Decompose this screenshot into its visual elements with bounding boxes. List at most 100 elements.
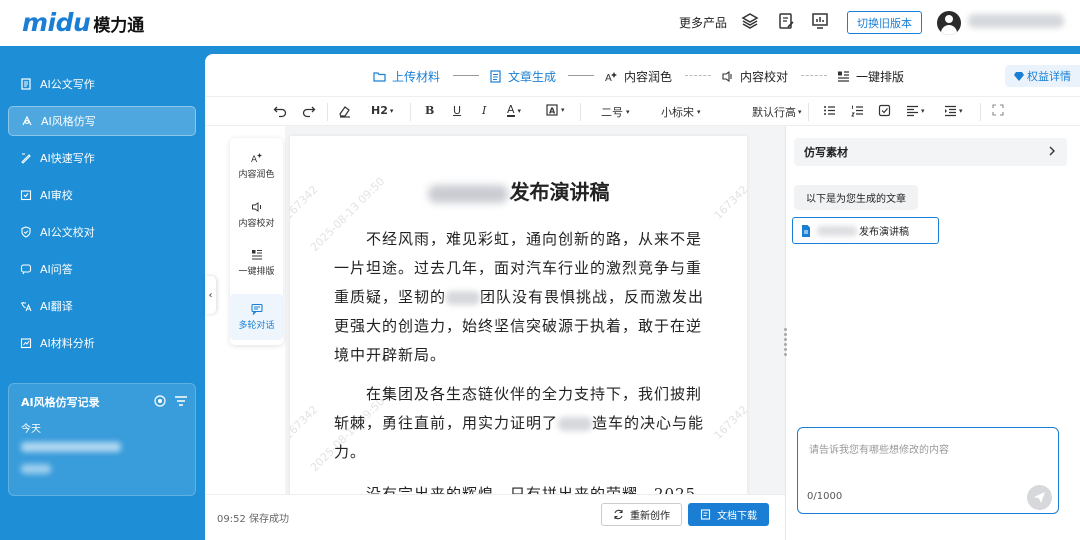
- tool-label: 一键排版: [238, 267, 275, 277]
- imitation-material-accordion[interactable]: 仿写素材: [794, 138, 1067, 166]
- step-connector: [453, 75, 479, 76]
- chevron-right-icon: [1049, 146, 1055, 156]
- user-avatar-icon[interactable]: [937, 11, 961, 35]
- generated-file-card[interactable]: 发布演讲稿: [792, 217, 939, 244]
- font-family-select[interactable]: 小标宋 ▾: [661, 104, 701, 120]
- proofread-icon: [251, 202, 261, 212]
- sidebar: AI公文写作 AI风格仿写 AI快速写作 AI审校 AI公文校对 AI问答 AI…: [0, 46, 205, 540]
- resize-handle[interactable]: [782, 326, 788, 366]
- chart-monitor-icon[interactable]: [810, 11, 830, 31]
- target-icon[interactable]: [153, 394, 167, 408]
- tool-polish[interactable]: A 内容润色: [230, 152, 283, 180]
- step-label: 内容润色: [624, 70, 673, 84]
- clear-format-button[interactable]: [338, 104, 352, 118]
- step-label: 一键排版: [856, 70, 905, 84]
- logo-latin: midu: [22, 8, 91, 37]
- shield-check-icon: [21, 226, 31, 238]
- step-layout[interactable]: 一键排版: [837, 68, 904, 85]
- rights-details-button[interactable]: 权益详情: [1005, 65, 1080, 87]
- italic-button[interactable]: I: [482, 104, 486, 117]
- font-size-select[interactable]: 二号 ▾: [601, 104, 630, 120]
- background-color-button[interactable]: A ▾: [546, 104, 565, 116]
- bullet-list-button[interactable]: [823, 104, 836, 117]
- collapse-panel-button[interactable]: ‹: [205, 276, 216, 314]
- editor-toolbar: H2 ▾ B U I A ▾ A ▾ 二号 ▾ 小标宋 ▾ 默认行高 ▾ ▾ ▾: [205, 96, 1080, 126]
- caret-down-icon: ▾: [697, 108, 701, 116]
- step-label: 内容校对: [740, 70, 789, 84]
- toolbar-separator: [410, 103, 411, 121]
- filter-list-icon[interactable]: [174, 394, 188, 408]
- bold-icon: B: [425, 104, 435, 117]
- numbered-list-button[interactable]: [851, 104, 864, 117]
- watermark: 167342: [711, 403, 747, 442]
- caret-down-icon: ▾: [921, 106, 925, 115]
- sidebar-item-quick-writing[interactable]: AI快速写作: [8, 143, 196, 173]
- sidebar-item-style-imitation[interactable]: AI风格仿写: [8, 106, 196, 136]
- italic-icon: I: [482, 104, 487, 117]
- watermark: 167342: [290, 403, 321, 442]
- redacted-name: [427, 184, 508, 203]
- history-item-redacted[interactable]: [21, 442, 121, 452]
- editor-status-bar: 09:52 保存成功 重新创作 文档下载: [205, 494, 785, 540]
- refresh-icon: [614, 509, 623, 520]
- svg-text:A: A: [605, 73, 612, 83]
- indent-select[interactable]: ▾: [944, 104, 963, 117]
- sidebar-item-official-writing[interactable]: AI公文写作: [8, 69, 196, 99]
- switch-old-version-button[interactable]: 切换旧版本: [847, 11, 922, 34]
- eraser-icon: [339, 106, 350, 118]
- redacted-name: [446, 291, 481, 305]
- recreate-button[interactable]: 重新创作: [601, 503, 682, 526]
- heading-select[interactable]: H2 ▾: [371, 104, 393, 117]
- send-button[interactable]: [1027, 485, 1052, 510]
- sidebar-item-qa[interactable]: AI问答: [8, 254, 196, 284]
- tool-layout[interactable]: 一键排版: [230, 249, 283, 277]
- highlight-icon: A: [546, 104, 558, 116]
- bullet-list-icon: [824, 106, 835, 115]
- sidebar-item-material-analysis[interactable]: AI材料分析: [8, 328, 196, 358]
- download-button[interactable]: 文档下载: [688, 503, 769, 526]
- input-placeholder: 请告诉我您有哪些想修改的内容: [809, 445, 949, 456]
- line-height-select[interactable]: 默认行高 ▾: [752, 104, 802, 120]
- toolbar-separator: [808, 103, 809, 121]
- task-list-button[interactable]: [878, 104, 891, 117]
- tool-proofread[interactable]: 内容校对: [230, 201, 283, 229]
- undo-button[interactable]: [273, 104, 287, 118]
- layers-icon[interactable]: [740, 11, 760, 31]
- underline-button[interactable]: U: [453, 104, 461, 117]
- step-proofread[interactable]: 内容校对: [721, 68, 788, 85]
- step-polish[interactable]: A 内容润色: [605, 68, 672, 85]
- line-height-value: 默认行高: [752, 106, 796, 119]
- sidebar-item-review[interactable]: AI审校: [8, 180, 196, 210]
- file-name: 发布演讲稿: [859, 227, 909, 238]
- chevron-left-icon: ‹: [208, 289, 213, 301]
- paragraph: 在集团及各生态链伙伴的全力支持下，我们披荆斩棘，勇往直前，用实力证明了 造车的决心…: [334, 380, 706, 467]
- paragraph-text: 没有完出来的辉煌，只有拼出来的荣耀。2025年: [366, 485, 697, 494]
- revision-input[interactable]: 请告诉我您有哪些想修改的内容 0/1000: [797, 427, 1059, 514]
- font-family-value: 小标宋: [661, 106, 694, 119]
- tool-panel: A 内容润色 内容校对 一键排版 多轮对话: [230, 138, 283, 345]
- sidebar-item-proofread[interactable]: AI公文校对: [8, 217, 196, 247]
- redo-button[interactable]: [302, 104, 316, 118]
- sidebar-item-label: AI翻译: [40, 300, 73, 313]
- sidebar-item-translate[interactable]: AI翻译: [8, 291, 196, 321]
- align-select[interactable]: ▾: [906, 104, 925, 117]
- edit-doc-icon[interactable]: [776, 11, 796, 31]
- document-canvas: 167342 2025-08-13 09:50 167342 2025-08-1…: [285, 126, 785, 494]
- logo[interactable]: midu 模力通: [22, 8, 144, 37]
- heading-value: H2: [371, 104, 388, 117]
- translate-icon: [21, 302, 32, 312]
- font-color-button[interactable]: A ▾: [507, 104, 521, 117]
- more-products-link[interactable]: 更多产品: [679, 14, 727, 31]
- tool-multi-turn-chat[interactable]: 多轮对话: [230, 294, 283, 340]
- step-upload[interactable]: 上传材料: [373, 68, 440, 85]
- username-redacted[interactable]: [968, 14, 1064, 28]
- main-workspace: 上传材料 文章生成 A 内容润色 内容校对 一键排版 权益详情 H2 ▾ B U…: [205, 54, 1080, 540]
- bold-button[interactable]: B: [425, 104, 434, 117]
- fullscreen-icon: [992, 104, 1004, 116]
- svg-text:A: A: [251, 155, 258, 164]
- step-connector: [801, 75, 827, 76]
- step-generate[interactable]: 文章生成: [489, 68, 556, 85]
- fullscreen-button[interactable]: [992, 104, 1004, 116]
- document-page[interactable]: 167342 2025-08-13 09:50 167342 2025-08-1…: [290, 136, 747, 494]
- redo-icon: [302, 106, 316, 118]
